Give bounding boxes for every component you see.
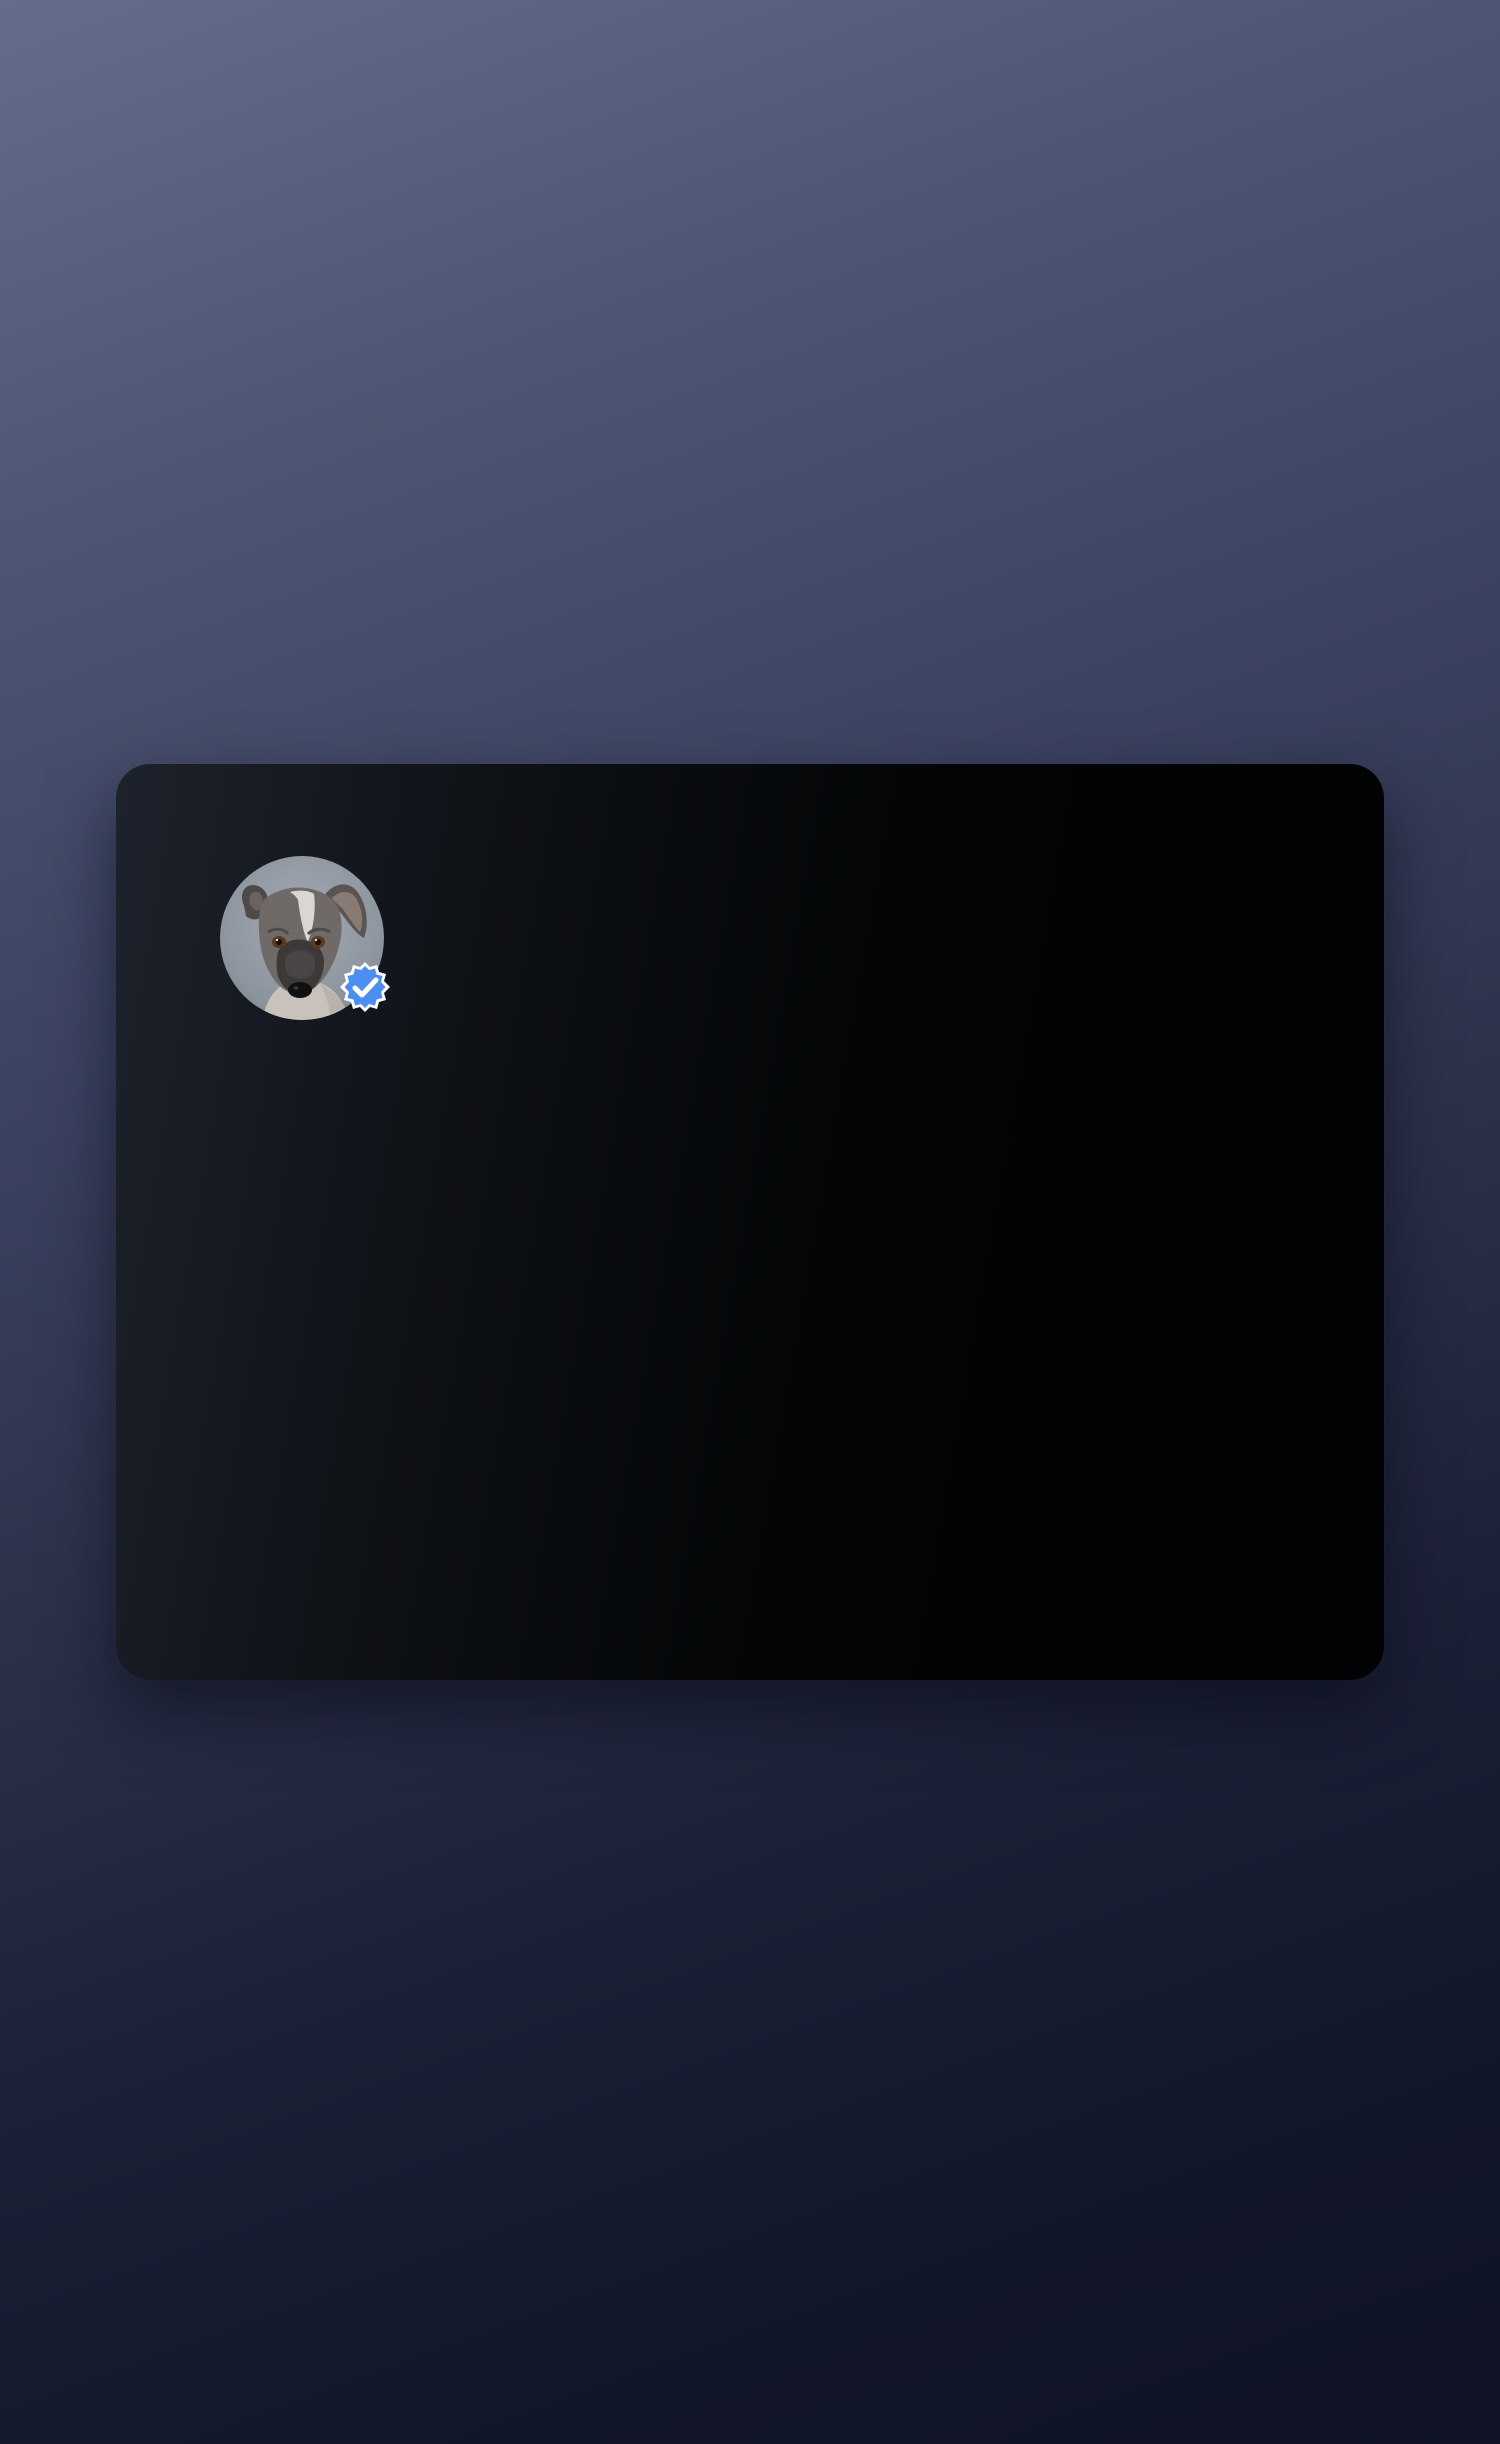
verified-badge-icon (338, 960, 392, 1014)
profile-card (116, 764, 1384, 1680)
avatar-container[interactable] (220, 856, 390, 1020)
